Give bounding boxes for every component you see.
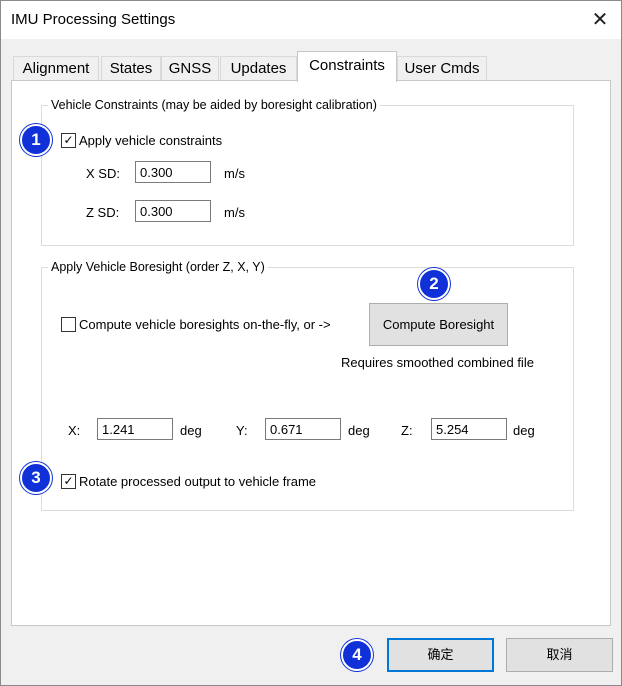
window-title: IMU Processing Settings (11, 11, 176, 28)
boresight-x-unit: deg (180, 423, 202, 438)
compute-boresight-button[interactable]: Compute Boresight (369, 303, 508, 346)
zsd-label: Z SD: (86, 205, 120, 220)
boresight-z-label: Z: (401, 423, 413, 438)
close-icon[interactable]: ✕ (587, 7, 613, 33)
vehicle-constraints-legend: Vehicle Constraints (may be aided by bor… (48, 98, 380, 112)
tab-alignment[interactable]: Alignment (13, 56, 99, 81)
tab-constraints[interactable]: Constraints (297, 51, 397, 82)
annotation-badge-3: 3 (20, 462, 52, 494)
boresight-y-label: Y: (236, 423, 248, 438)
compute-onthefly-label: Compute vehicle boresights on-the-fly, o… (79, 317, 331, 332)
tab-gnss[interactable]: GNSS (161, 56, 219, 81)
boresight-z-unit: deg (513, 423, 535, 438)
xsd-label: X SD: (86, 166, 120, 181)
annotation-badge-2: 2 (418, 268, 450, 300)
tab-user-cmds[interactable]: User Cmds (397, 56, 487, 81)
annotation-badge-1: 1 (20, 124, 52, 156)
boresight-x-label: X: (68, 423, 81, 438)
boresight-y-unit: deg (348, 423, 370, 438)
requires-note: Requires smoothed combined file (341, 355, 534, 370)
ok-button[interactable]: 确定 (387, 638, 494, 672)
boresight-y-input[interactable]: 0.671 (265, 418, 341, 440)
compute-onthefly-checkbox[interactable] (61, 317, 76, 332)
cancel-button[interactable]: 取消 (506, 638, 613, 672)
rotate-output-label: Rotate processed output to vehicle frame (79, 474, 317, 489)
zsd-input[interactable]: 0.300 (135, 200, 211, 222)
tab-states[interactable]: States (101, 56, 161, 81)
boresight-x-input[interactable]: 1.241 (97, 418, 173, 440)
apply-constraints-label: Apply vehicle constraints (79, 133, 223, 148)
xsd-input[interactable]: 0.300 (135, 161, 211, 183)
title-bar: IMU Processing Settings ✕ (1, 1, 621, 39)
zsd-unit: m/s (224, 205, 245, 220)
tab-updates[interactable]: Updates (220, 56, 297, 81)
annotation-badge-4: 4 (341, 639, 373, 671)
dialog-window: IMU Processing Settings ✕ Alignment Stat… (0, 0, 622, 686)
vehicle-constraints-group (41, 105, 574, 246)
boresight-z-input[interactable]: 5.254 (431, 418, 507, 440)
rotate-output-checkbox[interactable]: ✓ (61, 474, 76, 489)
tab-panel-constraints: Vehicle Constraints (may be aided by bor… (11, 80, 611, 626)
xsd-unit: m/s (224, 166, 245, 181)
apply-constraints-checkbox[interactable]: ✓ (61, 133, 76, 148)
boresight-legend: Apply Vehicle Boresight (order Z, X, Y) (48, 260, 268, 274)
